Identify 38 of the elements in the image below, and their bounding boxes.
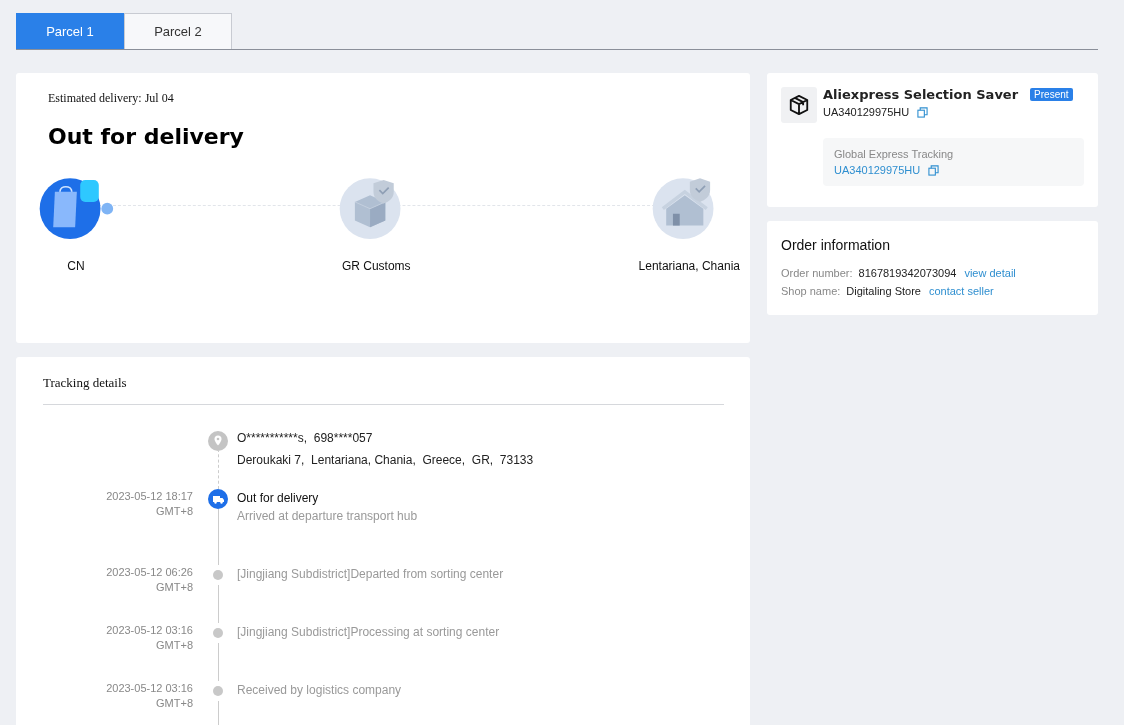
delivery-address: Deroukaki 7, Lentariana, Chania, Greece, GR, 73133 — [237, 452, 535, 469]
partner-label: Global Express Tracking — [834, 148, 955, 160]
recipient-contact: O***********s, 698****057 — [237, 430, 374, 447]
field-value: Digitaling Store — [846, 285, 921, 297]
estimated-delivery: Estimated delivery: Jul 04 — [48, 91, 175, 106]
event-title: [Jingjiang Subdistrict]Departed from sorting center — [237, 567, 505, 581]
step-label: Lentariana, Chania — [638, 259, 740, 273]
event-time: 2023-05-12 03:16 — [106, 681, 193, 696]
event-time: 2023-05-12 18:17 — [106, 489, 193, 504]
step-label: CN — [67, 259, 85, 273]
delivery-status: Out for delivery — [48, 124, 245, 149]
order-info-title: Order information — [781, 237, 891, 253]
event-time: 2023-05-12 03:16 — [106, 623, 193, 638]
step-label: GR Customs — [341, 259, 411, 273]
copy-icon[interactable] — [928, 164, 940, 176]
event-title: [Jingjiang Subdistrict]Processing at sorting center — [237, 625, 501, 639]
tracking-number: UA340129975HU — [823, 106, 910, 118]
tracking-title: Tracking details — [43, 375, 724, 405]
field-label: Order number: — [781, 267, 853, 279]
parcel-tab[interactable]: Parcel 1 — [16, 13, 124, 49]
partner-tracking-number[interactable]: UA340129975HU — [834, 164, 921, 176]
event-time: 2023-05-12 06:26 — [106, 565, 193, 580]
event-timezone: GMT+8 — [156, 504, 193, 519]
event-detail: Arrived at departure transport hub — [237, 509, 419, 523]
link[interactable]: view detail — [964, 267, 1016, 279]
package-icon — [781, 87, 817, 123]
link[interactable]: contact seller — [928, 285, 994, 297]
parcel-tab[interactable]: Parcel 2 — [124, 13, 232, 49]
field-label: Shop name: — [781, 285, 841, 297]
carrier-name: Aliexpress Selection Saver — [823, 87, 1019, 102]
field-value: 8167819342073094 — [858, 267, 957, 279]
present-badge: Present — [1030, 88, 1073, 101]
copy-icon[interactable] — [917, 106, 929, 118]
event-timezone: GMT+8 — [156, 580, 193, 595]
event-timezone: GMT+8 — [156, 638, 193, 653]
event-title: Received by logistics company — [237, 683, 403, 697]
event-title: Out for delivery — [237, 491, 320, 505]
event-timezone: GMT+8 — [156, 696, 193, 711]
